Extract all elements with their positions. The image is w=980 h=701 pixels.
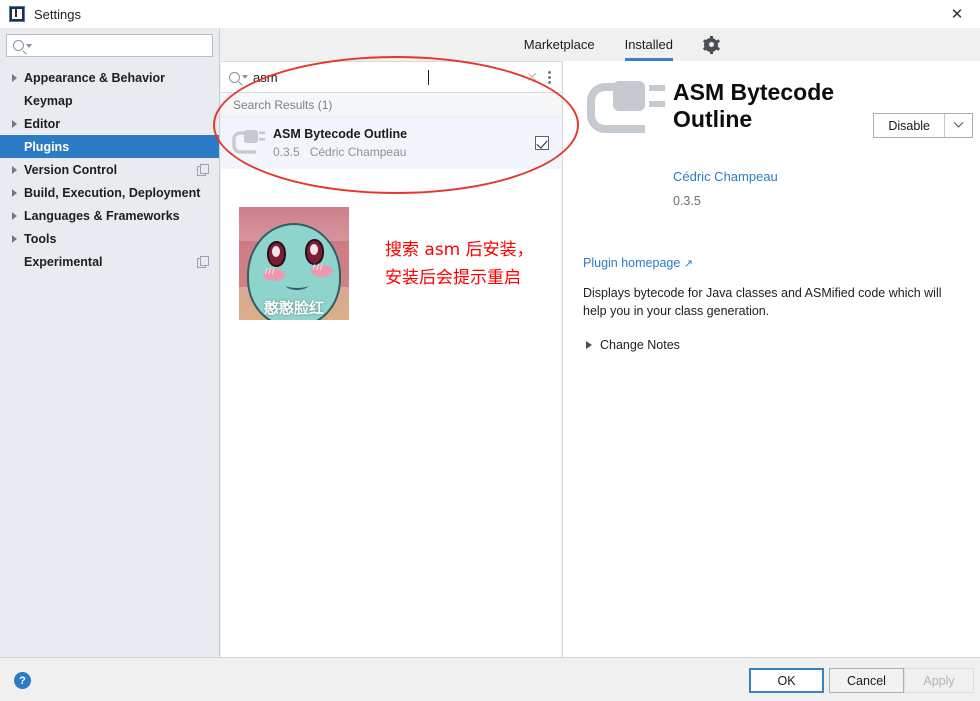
chevron-right-icon <box>8 189 20 197</box>
project-settings-copy-icon <box>197 164 208 175</box>
sidebar-item-label: Version Control <box>24 163 117 177</box>
chevron-down-icon[interactable] <box>945 114 972 137</box>
plugin-detail-vendor[interactable]: Cédric Champeau <box>673 169 961 184</box>
change-notes-toggle[interactable]: Change Notes <box>583 338 961 352</box>
window-title: Settings <box>34 7 81 22</box>
plugin-detail-body: ASM Bytecode Outline Disable Cédric Cham… <box>563 61 980 352</box>
plugin-description: Displays bytecode for Java classes and A… <box>583 284 943 320</box>
plugin-plug-icon <box>231 127 265 159</box>
sidebar-search-wrapper <box>0 28 219 57</box>
settings-sidebar: Appearance & Behavior Keymap Editor Plug… <box>0 28 220 657</box>
plugin-search-row[interactable]: ✕ <box>221 61 561 93</box>
chevron-right-icon <box>8 166 20 174</box>
sidebar-item-editor[interactable]: Editor <box>0 112 219 135</box>
more-vertical-icon[interactable] <box>548 71 551 84</box>
close-icon[interactable]: ✕ <box>934 0 980 28</box>
annotation-area: 憨憨脸红 搜索 asm 后安装， 安装后会提示重启 <box>221 169 561 320</box>
plugin-subline: 0.3.5 Cédric Champeau <box>273 145 535 159</box>
plugin-version: 0.3.5 <box>273 145 300 159</box>
plugin-meta: ASM Bytecode Outline 0.3.5 Cédric Champe… <box>273 127 535 159</box>
sidebar-item-languages-frameworks[interactable]: Languages & Frameworks <box>0 204 219 227</box>
search-results-header: Search Results (1) <box>221 93 561 117</box>
sidebar-item-label: Appearance & Behavior <box>24 71 165 85</box>
sidebar-item-label: Languages & Frameworks <box>24 209 180 223</box>
tab-marketplace[interactable]: Marketplace <box>524 28 595 61</box>
sidebar-item-build-execution-deployment[interactable]: Build, Execution, Deployment <box>0 181 219 204</box>
plugins-tab-bar: Marketplace Installed <box>222 28 980 61</box>
chevron-right-icon <box>8 212 20 220</box>
sidebar-item-label: Build, Execution, Deployment <box>24 186 200 200</box>
annotation-text: 搜索 asm 后安装， 安装后会提示重启 <box>385 236 534 292</box>
squirtle-sticker-image: 憨憨脸红 <box>239 207 349 320</box>
change-notes-label: Change Notes <box>600 338 680 352</box>
settings-tree: Appearance & Behavior Keymap Editor Plug… <box>0 66 219 273</box>
sidebar-item-label: Experimental <box>24 255 103 269</box>
chevron-down-icon <box>242 75 248 79</box>
plugin-homepage-label: Plugin homepage <box>583 256 680 270</box>
sidebar-item-label: Tools <box>24 232 56 246</box>
disable-plugin-button[interactable]: Disable <box>873 113 973 138</box>
sidebar-item-keymap[interactable]: Keymap <box>0 89 219 112</box>
search-icon <box>229 72 240 83</box>
plugins-pane: Plugins ✕ Search Results (1) ASM Byteco <box>221 28 561 657</box>
annotation-line-1: 搜索 asm 后安装， <box>385 236 534 264</box>
chevron-right-icon <box>8 74 20 82</box>
sidebar-item-tools[interactable]: Tools <box>0 227 219 250</box>
sidebar-item-label: Plugins <box>24 140 69 154</box>
chevron-right-icon <box>8 235 20 243</box>
plugin-plug-icon <box>583 73 669 159</box>
tab-installed[interactable]: Installed <box>625 28 673 61</box>
clear-search-icon[interactable]: ✕ <box>526 70 538 84</box>
search-icon <box>13 40 24 51</box>
help-icon[interactable]: ? <box>14 672 31 689</box>
annotation-line-2: 安装后会提示重启 <box>385 264 534 292</box>
ok-button[interactable]: OK <box>749 668 824 693</box>
gear-icon[interactable] <box>703 37 719 53</box>
project-settings-copy-icon <box>197 256 208 267</box>
sticker-caption: 憨憨脸红 <box>239 297 349 318</box>
sidebar-item-experimental[interactable]: Experimental <box>0 250 219 273</box>
title-bar: Settings ✕ <box>0 0 980 28</box>
external-link-icon: ↗ <box>684 258 693 270</box>
tab-label: Marketplace <box>524 37 595 52</box>
plugin-detail-pane: Marketplace Installed ASM Bytecode Outli… <box>562 28 980 657</box>
plugin-detail-title: ASM Bytecode Outline <box>673 79 843 133</box>
apply-button: Apply <box>904 668 974 693</box>
plugin-name: ASM Bytecode Outline <box>273 127 535 141</box>
plugin-list-item[interactable]: ASM Bytecode Outline 0.3.5 Cédric Champe… <box>221 117 561 169</box>
chevron-right-icon <box>8 120 20 128</box>
tab-label: Installed <box>625 37 673 52</box>
chevron-right-icon <box>586 341 592 349</box>
text-cursor <box>428 70 429 85</box>
chevron-down-icon <box>26 44 32 48</box>
sidebar-search-input[interactable] <box>36 39 212 53</box>
sidebar-item-label: Editor <box>24 117 60 131</box>
plugin-detail-version: 0.3.5 <box>673 194 961 208</box>
intellij-idea-logo-icon <box>9 6 25 22</box>
settings-dialog: Settings ✕ Appearance & Behavior Keymap … <box>0 0 980 701</box>
sidebar-item-version-control[interactable]: Version Control <box>0 158 219 181</box>
sidebar-search-box[interactable] <box>6 34 213 57</box>
disable-button-label: Disable <box>874 114 944 137</box>
plugin-homepage-link[interactable]: Plugin homepage ↗ <box>583 256 961 270</box>
sidebar-item-label: Keymap <box>24 94 73 108</box>
dialog-footer: ? OK Cancel Apply <box>0 657 980 701</box>
plugin-search-input[interactable] <box>253 70 429 85</box>
sidebar-item-plugins[interactable]: Plugins <box>0 135 219 158</box>
plugin-vendor: Cédric Champeau <box>310 145 407 159</box>
plugin-enabled-checkbox[interactable] <box>535 136 549 150</box>
cancel-button[interactable]: Cancel <box>829 668 904 693</box>
sidebar-item-appearance-behavior[interactable]: Appearance & Behavior <box>0 66 219 89</box>
